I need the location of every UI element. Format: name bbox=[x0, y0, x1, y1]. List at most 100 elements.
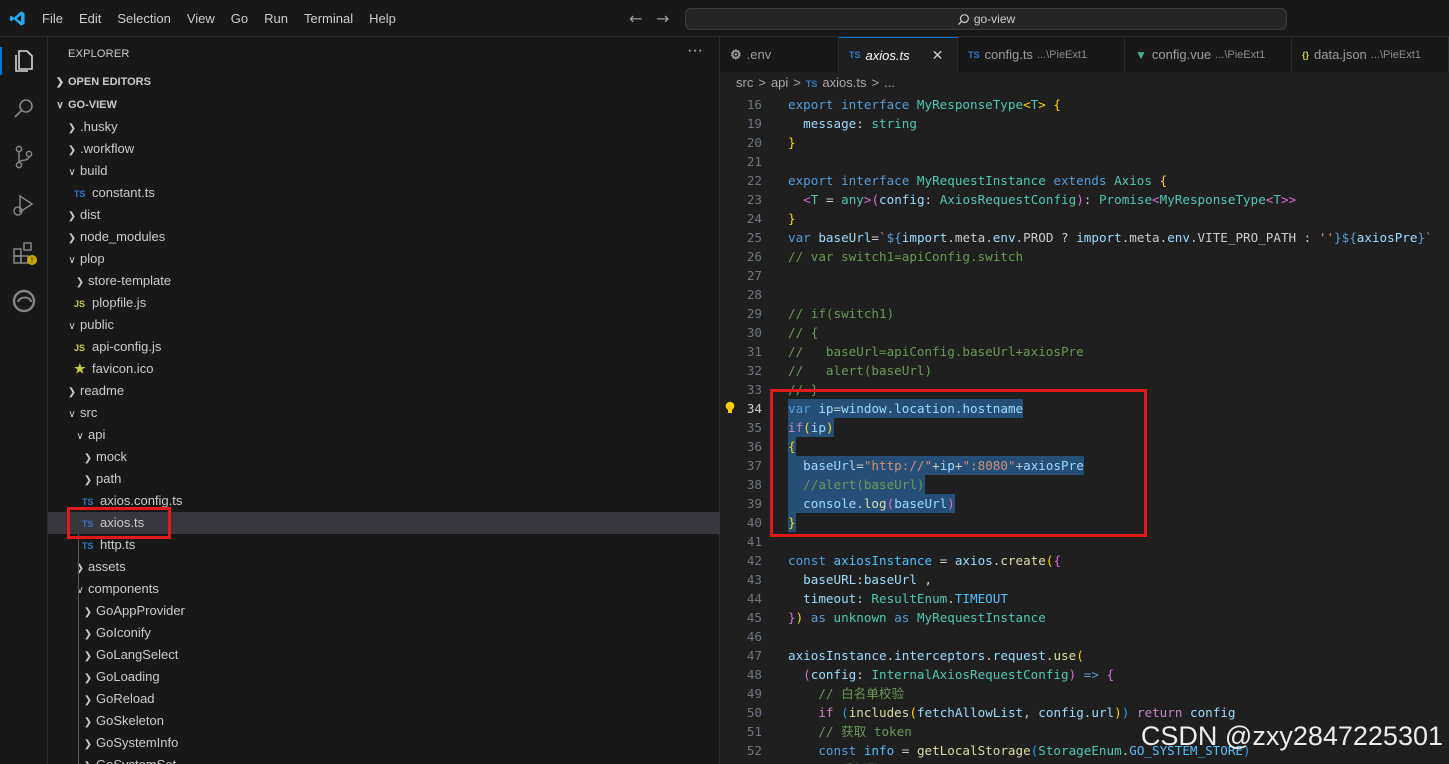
project-section[interactable]: ∨ GO-VIEW bbox=[52, 94, 117, 116]
menu-item-edit[interactable]: Edit bbox=[71, 11, 109, 26]
run-debug-icon[interactable] bbox=[10, 191, 38, 219]
tab-config-ts[interactable]: TS config.ts ...\PieExt1 bbox=[958, 37, 1125, 72]
menu-item-terminal[interactable]: Terminal bbox=[296, 11, 361, 26]
explorer-sidebar: EXPLORER ··· ❯ OPEN EDITORS ∨ GO-VIEW ❯ .hu… bbox=[48, 37, 720, 764]
back-arrow-icon[interactable]: ← bbox=[629, 9, 642, 28]
folder-item[interactable]: ❯ GoLangSelect bbox=[48, 644, 720, 666]
json-file-icon: {} bbox=[1302, 49, 1310, 60]
folder-item[interactable]: ❯ path bbox=[48, 468, 720, 490]
breadcrumb-item[interactable]: api bbox=[771, 75, 788, 90]
menu-item-go[interactable]: Go bbox=[223, 11, 256, 26]
file-item[interactable]: JS plopfile.js bbox=[48, 292, 720, 314]
folder-item[interactable]: ❯ readme bbox=[48, 380, 720, 402]
file-item[interactable]: TS constant.ts bbox=[48, 182, 720, 204]
tab-data-json[interactable]: {} data.json ...\PieExt1 bbox=[1292, 37, 1449, 72]
line-number: 48 bbox=[746, 667, 762, 682]
tree-label: http.ts bbox=[100, 537, 136, 552]
line-number: 49 bbox=[746, 686, 762, 701]
chevron-right-icon: ❯ bbox=[67, 123, 77, 134]
chevron-right-icon: ❯ bbox=[83, 475, 93, 486]
folder-item[interactable]: ∨ build bbox=[48, 160, 720, 182]
folder-item[interactable]: ∨ public bbox=[48, 314, 720, 336]
search-text: go-view bbox=[973, 12, 1016, 26]
breadcrumb-item[interactable]: ... bbox=[884, 75, 895, 90]
code-token: TIMEOUT bbox=[954, 591, 1008, 606]
code-token: { bbox=[1053, 97, 1062, 112]
file-item[interactable]: JS api-config.js bbox=[48, 336, 720, 358]
folder-item[interactable]: ❯ GoIconify bbox=[48, 622, 720, 644]
breadcrumb-item[interactable]: axios.ts bbox=[822, 75, 866, 90]
folder-item[interactable]: ∨ api bbox=[48, 424, 720, 446]
editor-area: ⚙ .env TS axios.ts ✕ TS config.ts ...\PieExt1 ▼ c… bbox=[720, 37, 1449, 764]
source-control-icon[interactable] bbox=[10, 143, 38, 171]
line-number: 24 bbox=[746, 211, 762, 226]
search-icon[interactable] bbox=[10, 95, 38, 123]
chevron-down-icon: ∨ bbox=[76, 431, 84, 442]
code-token: return bbox=[1136, 705, 1190, 720]
chevron-right-icon: ❯ bbox=[80, 756, 96, 764]
more-actions-icon[interactable]: ··· bbox=[687, 42, 703, 60]
folder-item[interactable]: ❯ GoSkeleton bbox=[48, 710, 720, 732]
code-text: export interface MyRequestInstance exten… bbox=[788, 171, 1167, 190]
folder-item[interactable]: ∨ components bbox=[48, 578, 720, 600]
tab-path: ...\PieExt1 bbox=[1036, 48, 1088, 61]
code-token: ( bbox=[909, 705, 917, 720]
breadcrumb-item[interactable]: src bbox=[736, 75, 753, 90]
vue-icon: ▼ bbox=[1135, 47, 1147, 62]
open-editors-section[interactable]: ❯ OPEN EDITORS bbox=[52, 71, 151, 93]
folder-item[interactable]: ❯ node_modules bbox=[48, 226, 720, 248]
indent-guide bbox=[78, 534, 79, 764]
activity-bar: ! bbox=[0, 37, 48, 764]
folder-item[interactable]: ❯ GoSystemInfo bbox=[48, 732, 720, 754]
line-number: 46 bbox=[746, 629, 762, 644]
breadcrumb-separator: > bbox=[871, 75, 880, 90]
menu-item-selection[interactable]: Selection bbox=[109, 11, 178, 26]
code-token: request bbox=[992, 648, 1046, 663]
folder-item[interactable]: ❯ assets bbox=[48, 556, 720, 578]
menu-item-view[interactable]: View bbox=[179, 11, 223, 26]
explorer-icon[interactable] bbox=[10, 47, 38, 75]
code-token: Axios bbox=[1114, 173, 1160, 188]
folder-item[interactable]: ∨ plop bbox=[48, 248, 720, 270]
lightbulb-icon[interactable] bbox=[724, 401, 736, 415]
folder-item[interactable]: ❯ GoLoading bbox=[48, 666, 720, 688]
folder-item[interactable]: ❯ GoAppProvider bbox=[48, 600, 720, 622]
folder-item[interactable]: ❯ mock bbox=[48, 446, 720, 468]
chevron-down-icon: ∨ bbox=[68, 167, 76, 178]
folder-item[interactable]: ❯ .husky bbox=[48, 116, 720, 138]
code-token: .meta. bbox=[947, 230, 993, 245]
code-token: const bbox=[818, 743, 864, 758]
folder-item[interactable]: ∨ src bbox=[48, 402, 720, 424]
code-line: 31 // baseUrl=apiConfig.baseUrl+axiosPre bbox=[720, 342, 1449, 361]
command-center-search[interactable]: go-view bbox=[685, 8, 1287, 30]
code-line: 21 bbox=[720, 152, 1449, 171]
tab-config-vue[interactable]: ▼ config.vue ...\PieExt1 bbox=[1125, 37, 1292, 72]
forward-arrow-icon[interactable]: → bbox=[656, 9, 669, 28]
folder-item[interactable]: ❯GoSystemSet bbox=[48, 754, 720, 764]
folder-item[interactable]: ❯ .workflow bbox=[48, 138, 720, 160]
tab--env[interactable]: ⚙ .env bbox=[720, 37, 839, 72]
menu-item-help[interactable]: Help bbox=[361, 11, 404, 26]
menu-item-run[interactable]: Run bbox=[256, 11, 296, 26]
editor-tabs: ⚙ .env TS axios.ts ✕ TS config.ts ...\PieExt1 ▼ c… bbox=[720, 37, 1449, 72]
edge-browser-icon[interactable] bbox=[10, 287, 38, 315]
line-number: 33 bbox=[746, 382, 762, 397]
folder-item[interactable]: ❯ GoReload bbox=[48, 688, 720, 710]
code-token: ResultEnum bbox=[871, 591, 948, 606]
code-text: if (includes(fetchAllowList, config.url)… bbox=[788, 703, 1235, 722]
code-token: = bbox=[894, 743, 917, 758]
line-number: 27 bbox=[746, 268, 762, 283]
folder-item[interactable]: ❯ store-template bbox=[48, 270, 720, 292]
chevron-right-icon: ❯ bbox=[83, 673, 93, 684]
typescript-file-icon[interactable]: TS bbox=[806, 79, 818, 89]
close-icon[interactable]: ✕ bbox=[932, 47, 944, 64]
tab-axios-ts[interactable]: TS axios.ts ✕ bbox=[839, 37, 958, 72]
folder-item[interactable]: ❯ dist bbox=[48, 204, 720, 226]
file-item[interactable]: ★ favicon.ico bbox=[48, 358, 720, 380]
code-token: > bbox=[1038, 97, 1054, 112]
extensions-icon[interactable]: ! bbox=[10, 239, 38, 267]
menu-item-file[interactable]: File bbox=[34, 11, 71, 26]
line-number: 36 bbox=[746, 439, 762, 454]
tree-label: node_modules bbox=[80, 229, 166, 244]
